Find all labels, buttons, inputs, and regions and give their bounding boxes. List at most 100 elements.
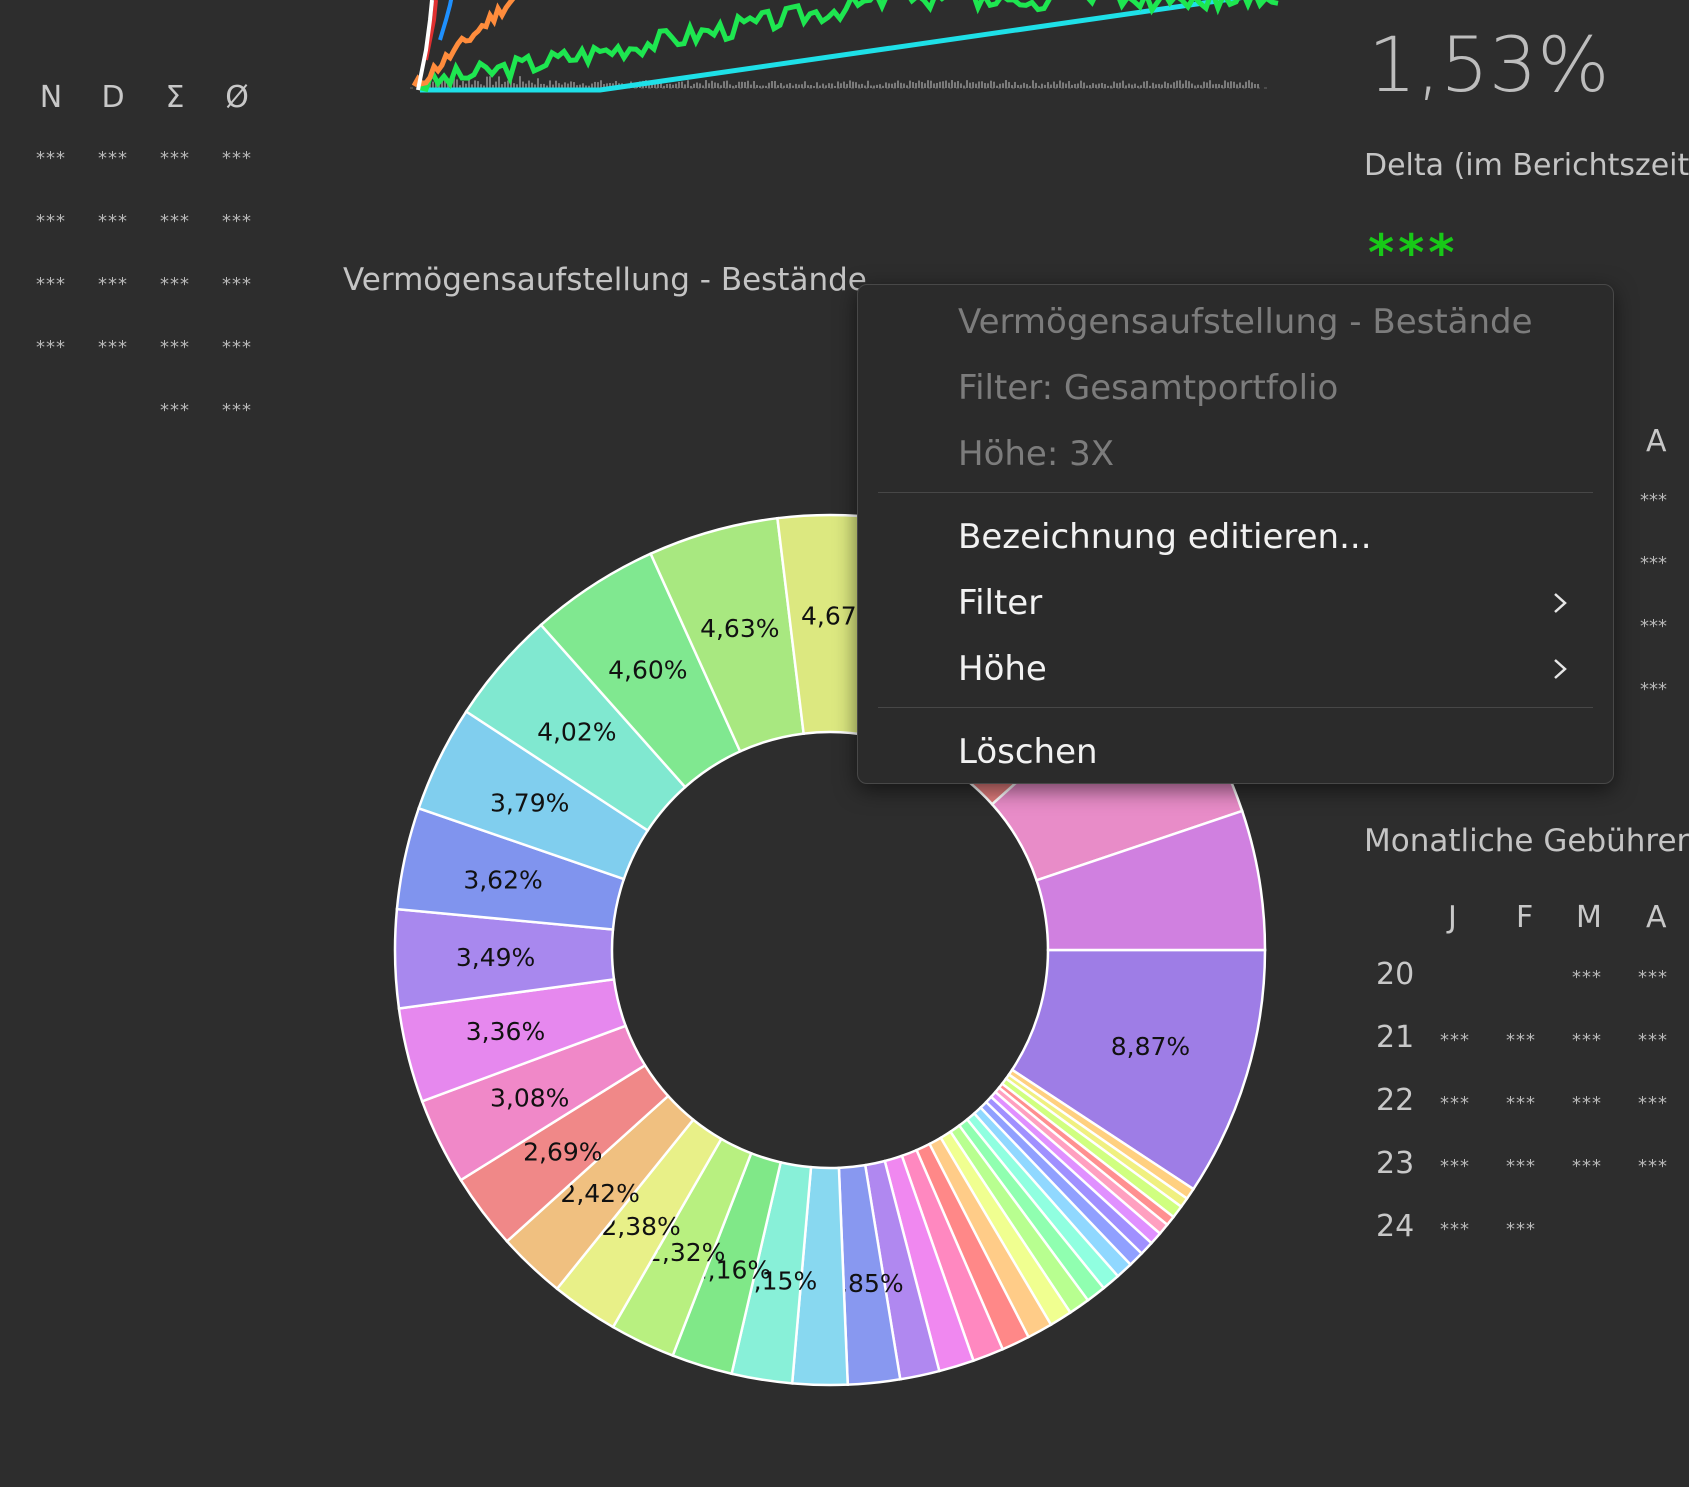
volume-bar <box>1119 82 1121 88</box>
stats-cell: *** <box>36 274 66 295</box>
stats-cell: *** <box>222 337 252 358</box>
volume-bar <box>579 84 581 88</box>
volume-bar <box>681 81 683 88</box>
fees-cell: *** <box>1572 1156 1602 1177</box>
volume-bar <box>1122 80 1124 88</box>
volume-bar <box>1065 83 1067 88</box>
col-header-avg: Ø <box>225 80 249 115</box>
volume-bar <box>1095 84 1097 88</box>
volume-bar <box>1251 82 1253 88</box>
menu-item-label: Bezeichnung editieren... <box>958 517 1372 557</box>
volume-bar <box>780 83 782 88</box>
volume-bar <box>744 82 746 88</box>
volume-bar <box>558 83 560 88</box>
volume-bar <box>912 82 914 88</box>
volume-bar <box>978 81 980 88</box>
volume-bar <box>525 83 527 88</box>
stats-cell: *** <box>98 337 128 358</box>
volume-bar <box>810 85 812 88</box>
volume-bar <box>549 80 551 88</box>
volume-bar <box>1206 82 1208 88</box>
volume-bar <box>888 83 890 88</box>
volume-bar <box>471 84 473 88</box>
volume-bar <box>690 85 692 88</box>
volume-bar <box>1131 84 1133 88</box>
volume-bar <box>765 85 767 88</box>
volume-bar <box>1026 84 1028 88</box>
menu-item-height[interactable]: Höhe <box>878 642 1593 700</box>
chevron-right-icon <box>1554 659 1567 679</box>
volume-bar <box>1059 80 1061 88</box>
volume-bar <box>597 82 599 88</box>
stats-cell: *** <box>160 337 190 358</box>
chart-series-line <box>438 0 454 41</box>
volume-bar <box>882 85 884 88</box>
volume-bar <box>693 83 695 88</box>
volume-bar <box>987 83 989 88</box>
volume-bar <box>1164 81 1166 88</box>
volume-bar <box>555 80 557 88</box>
volume-bar <box>732 85 734 88</box>
col-header-d: D <box>101 80 125 115</box>
volume-bar <box>1071 84 1073 88</box>
volume-bar <box>1248 80 1250 88</box>
fees-cell: *** <box>1506 1093 1536 1114</box>
volume-bar <box>591 83 593 88</box>
volume-bar <box>543 83 545 88</box>
volume-bar <box>1224 80 1226 88</box>
volume-bar <box>1053 81 1055 88</box>
volume-bar <box>696 82 698 88</box>
volume-bar <box>714 82 716 88</box>
fees-cell: *** <box>1638 1030 1668 1051</box>
volume-bar <box>804 81 806 88</box>
volume-bar <box>531 82 533 88</box>
menu-item-label: Höhe <box>958 649 1047 689</box>
volume-bar <box>561 84 563 88</box>
volume-bar <box>930 80 932 88</box>
volume-bar <box>1257 83 1259 88</box>
fees-cell: *** <box>1440 1156 1470 1177</box>
volume-bar <box>600 80 602 88</box>
volume-bar <box>477 81 479 88</box>
volume-bar <box>783 85 785 88</box>
stats-cell: *** <box>160 148 190 169</box>
volume-bar <box>528 80 530 88</box>
volume-bar <box>1173 82 1175 88</box>
menu-item-edit-name[interactable]: Bezeichnung editieren... <box>878 510 1593 568</box>
volume-bar <box>708 83 710 88</box>
volume-bar <box>1083 82 1085 88</box>
volume-bar <box>963 85 965 88</box>
volume-bar <box>756 84 758 88</box>
fees-cell: *** <box>1638 1093 1668 1114</box>
volume-bar <box>975 83 977 88</box>
volume-bar <box>858 84 860 88</box>
menu-item-delete[interactable]: Löschen <box>878 725 1593 783</box>
slice-label: 3,79% <box>490 789 569 818</box>
volume-bar <box>885 82 887 88</box>
volume-bar <box>819 85 821 88</box>
menu-separator <box>878 707 1593 708</box>
volume-bar <box>1194 85 1196 88</box>
volume-bar <box>1074 83 1076 88</box>
volume-bar <box>1215 83 1217 88</box>
volume-bar <box>1044 84 1046 88</box>
volume-bar <box>921 81 923 88</box>
fees-year: 21 <box>1376 1020 1415 1055</box>
volume-bar <box>516 84 518 88</box>
volume-bar <box>960 83 962 88</box>
volume-bar <box>933 83 935 88</box>
menu-item-filter[interactable]: Filter <box>878 576 1593 634</box>
volume-bar <box>1167 83 1169 88</box>
volume-bar <box>729 84 731 88</box>
volume-bar <box>687 80 689 88</box>
volume-bar <box>864 85 866 88</box>
volume-bar <box>1020 84 1022 88</box>
volume-bar <box>873 85 875 88</box>
volume-bar <box>1239 82 1241 88</box>
volume-bar <box>552 84 554 88</box>
volume-bar <box>567 83 569 88</box>
volume-bar <box>1110 85 1112 88</box>
volume-bar <box>996 85 998 88</box>
month-header: M <box>1576 900 1602 935</box>
volume-bar <box>915 83 917 88</box>
